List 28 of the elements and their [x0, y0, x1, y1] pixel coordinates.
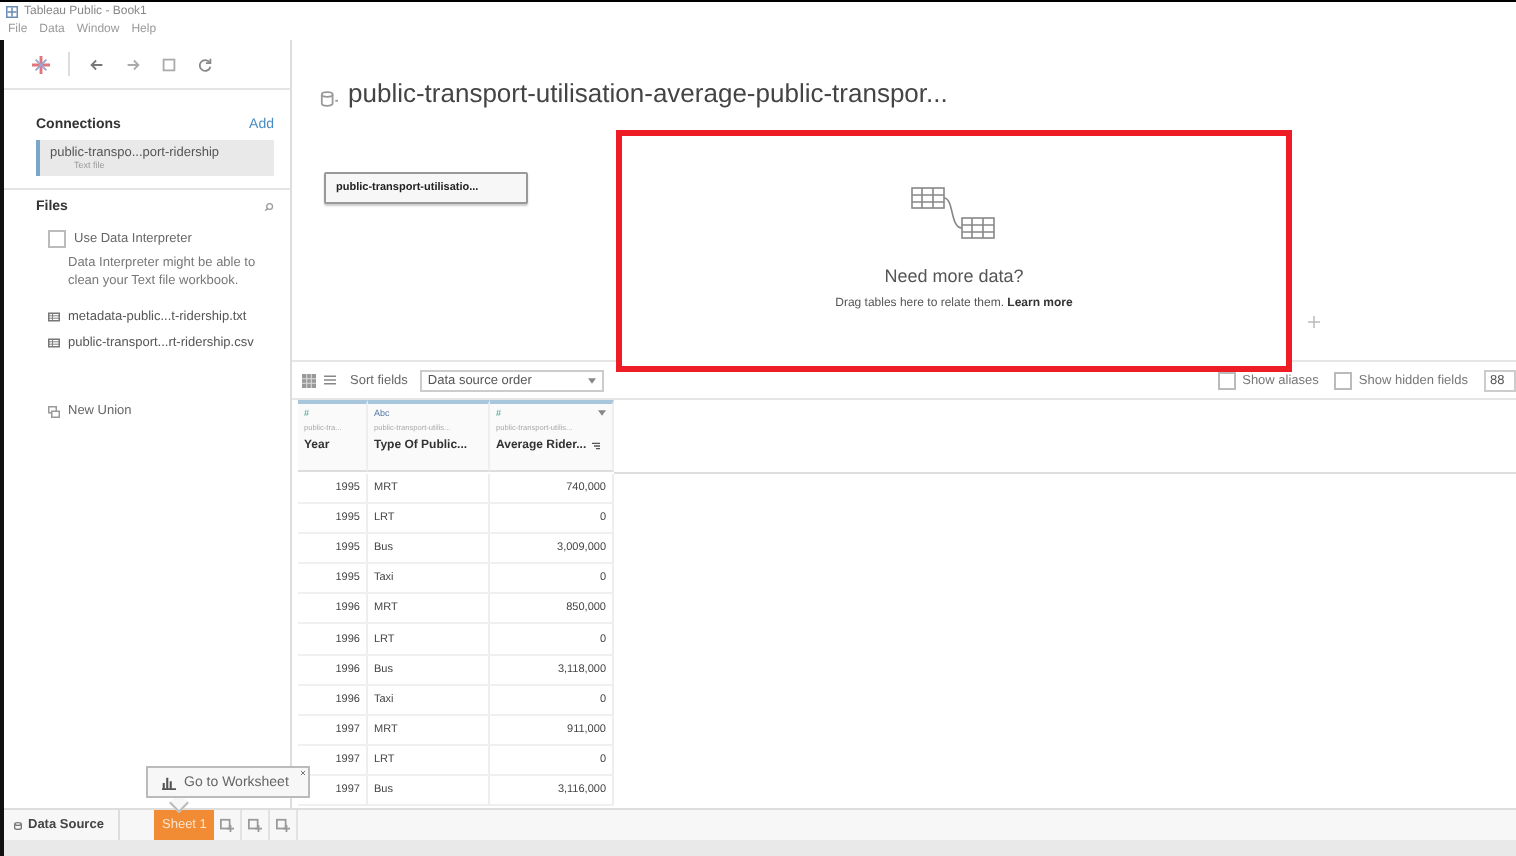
- bar-chart-icon: [162, 775, 176, 789]
- new-dashboard-icon[interactable]: [248, 818, 263, 832]
- new-story-icon[interactable]: [276, 818, 291, 832]
- new-sheet-icon[interactable]: [220, 818, 235, 832]
- grid-view-icon[interactable]: [302, 373, 316, 387]
- caret-icon: [587, 377, 596, 383]
- checkbox[interactable]: [1334, 371, 1353, 389]
- search-icon[interactable]: [264, 202, 274, 212]
- database-icon: [14, 821, 22, 829]
- related-tables-icon: [910, 186, 998, 242]
- union-icon: [48, 405, 60, 417]
- sort-icon[interactable]: [592, 442, 601, 450]
- close-icon[interactable]: [300, 770, 306, 776]
- table-icon: [48, 312, 60, 322]
- save-icon[interactable]: [160, 55, 178, 73]
- drop-zone-heading: Need more data?: [884, 266, 1024, 286]
- list-view-icon[interactable]: [324, 374, 336, 386]
- data-source-title[interactable]: public-transport-utilisation-average-public-transpor...: [348, 78, 948, 108]
- back-arrow-icon[interactable]: [88, 55, 106, 73]
- database-icon: [320, 90, 338, 108]
- caret-icon[interactable]: [598, 410, 606, 416]
- table-icon: [48, 338, 60, 348]
- checkbox[interactable]: [48, 230, 66, 248]
- forward-arrow-icon[interactable]: [124, 55, 142, 73]
- app-icon: [6, 5, 18, 17]
- plus-icon[interactable]: [1308, 316, 1320, 328]
- refresh-icon[interactable]: [196, 55, 214, 73]
- logo-icon[interactable]: [32, 55, 50, 73]
